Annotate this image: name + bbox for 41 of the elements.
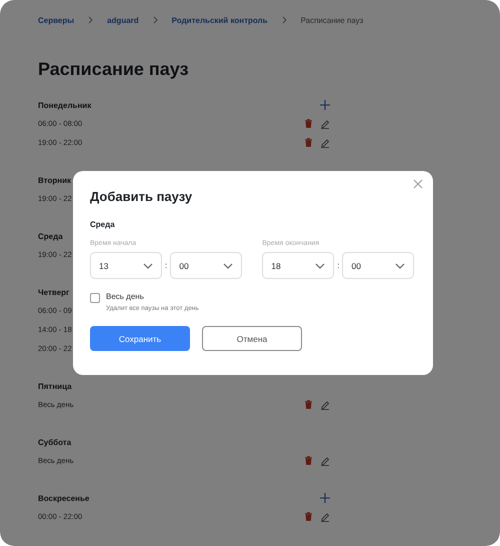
- day-name: Среда: [90, 220, 116, 229]
- close-icon[interactable]: [413, 179, 423, 189]
- pencil-icon[interactable]: [320, 512, 330, 522]
- day-heading: Воскресенье: [38, 494, 90, 502]
- pencil-icon[interactable]: [320, 456, 330, 466]
- dialog-title: Добавить паузу: [90, 189, 194, 204]
- chevron-down-icon: [315, 262, 326, 268]
- chevron-right-icon: [282, 16, 287, 24]
- time-separator: :: [165, 261, 168, 270]
- plus-icon[interactable]: [320, 493, 330, 503]
- trash-icon[interactable]: [305, 119, 312, 128]
- trash-icon[interactable]: [305, 456, 312, 465]
- checkbox-label: Весь день: [106, 292, 145, 301]
- day-heading: Суббота: [38, 438, 72, 446]
- time-select[interactable]: 00: [342, 252, 414, 279]
- day-heading: Пятница: [38, 382, 72, 390]
- time-select[interactable]: 00: [170, 252, 242, 279]
- breadcrumb-current: Расписание пауз: [300, 16, 364, 24]
- chevron-down-icon: [223, 262, 234, 268]
- trash-icon[interactable]: [305, 400, 312, 409]
- day-heading: Понедельник: [38, 100, 92, 110]
- day-heading: Среда: [38, 232, 63, 240]
- page-title: Расписание пауз: [38, 59, 190, 80]
- cancel-button[interactable]: Отмена: [202, 326, 302, 351]
- chevron-down-icon: [395, 262, 406, 268]
- time-separator: :: [337, 261, 340, 270]
- chevron-right-icon: [152, 16, 158, 24]
- time-select[interactable]: 13: [90, 252, 162, 279]
- checkbox[interactable]: [90, 293, 100, 303]
- trash-icon[interactable]: [305, 512, 312, 521]
- time-select[interactable]: 18: [262, 252, 334, 279]
- pencil-icon[interactable]: [320, 138, 330, 148]
- save-button[interactable]: Сохранить: [90, 326, 190, 351]
- plus-icon[interactable]: [320, 100, 330, 110]
- pencil-icon[interactable]: [320, 400, 330, 410]
- day-heading: Четверг: [38, 288, 70, 296]
- chevron-down-icon: [143, 262, 153, 268]
- day-heading: Вторник: [38, 176, 72, 184]
- trash-icon[interactable]: [305, 138, 312, 147]
- chevron-right-icon: [88, 16, 94, 24]
- pencil-icon[interactable]: [320, 118, 330, 128]
